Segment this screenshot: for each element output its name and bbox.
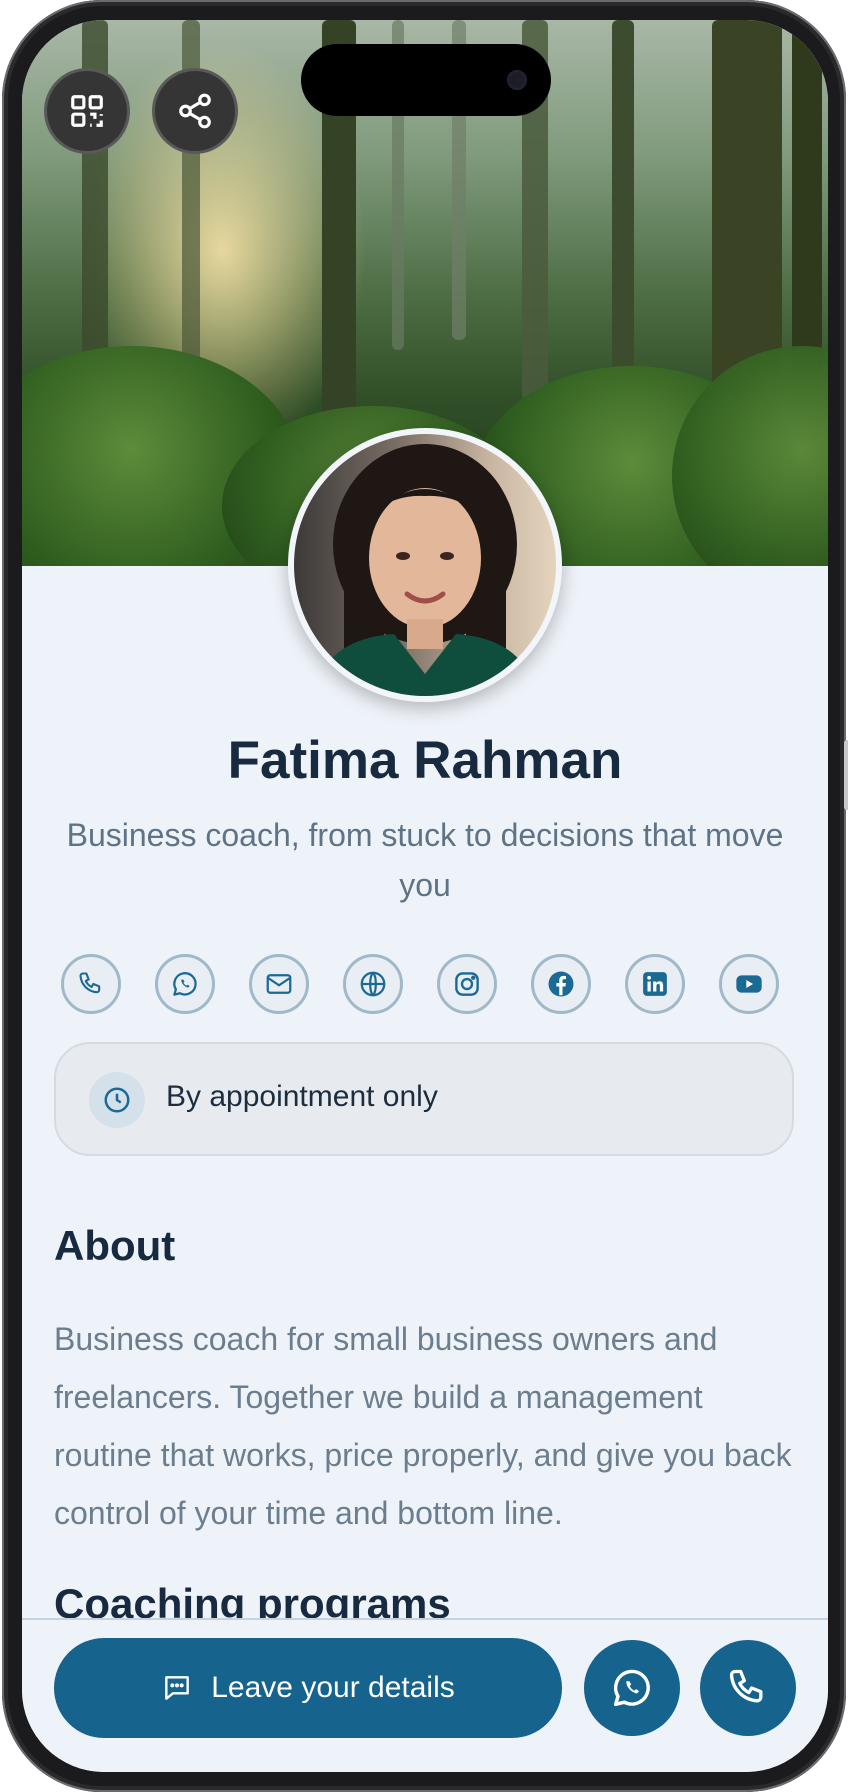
message-icon [165, 1676, 190, 1700]
about-heading: About [54, 1222, 176, 1269]
qr-code-icon [71, 95, 103, 127]
linkedin-icon [643, 972, 667, 996]
phone-icon [729, 1669, 763, 1703]
share-icon [179, 93, 211, 129]
whatsapp-button[interactable] [584, 1640, 680, 1736]
screen: Fatima Rahman Business coach, from stuck… [22, 20, 828, 1772]
whatsapp-link[interactable] [155, 954, 215, 1014]
avatar [288, 428, 562, 702]
linkedin-link[interactable] [625, 954, 685, 1014]
profile-name: Fatima Rahman [227, 731, 623, 790]
clock-icon [89, 1072, 145, 1128]
youtube-link[interactable] [719, 954, 779, 1014]
email-link[interactable] [249, 954, 309, 1014]
youtube-icon [736, 975, 762, 993]
profile-subtitle: Business coach, from stuck to decisions … [66, 817, 784, 903]
whatsapp-icon [173, 972, 197, 996]
about-text: Business coach for small business owners… [54, 1321, 792, 1531]
facebook-link[interactable] [531, 954, 591, 1014]
side-button [844, 740, 848, 810]
phone-link[interactable] [61, 954, 121, 1014]
hours-text: By appointment only [166, 1080, 438, 1113]
call-button[interactable] [700, 1640, 796, 1736]
phone-icon [79, 972, 101, 994]
coaching-programs-heading: Coaching programs [54, 1580, 451, 1618]
instagram-icon [455, 972, 479, 996]
dynamic-island [301, 44, 551, 116]
website-link[interactable] [343, 954, 403, 1014]
mail-icon [266, 974, 292, 994]
whatsapp-icon [613, 1669, 650, 1707]
share-button[interactable] [152, 68, 238, 154]
qr-code-button[interactable] [44, 68, 130, 154]
portrait-illustration [314, 444, 536, 696]
facebook-icon [548, 971, 574, 997]
camera-dot [507, 70, 527, 90]
leave-details-button[interactable]: Leave your details [54, 1638, 562, 1738]
globe-icon [360, 971, 386, 997]
instagram-link[interactable] [437, 954, 497, 1014]
leave-details-label: Leave your details [211, 1671, 455, 1704]
phone-frame: Fatima Rahman Business coach, from stuck… [2, 0, 848, 1792]
hours-card: By appointment only [54, 1042, 794, 1156]
